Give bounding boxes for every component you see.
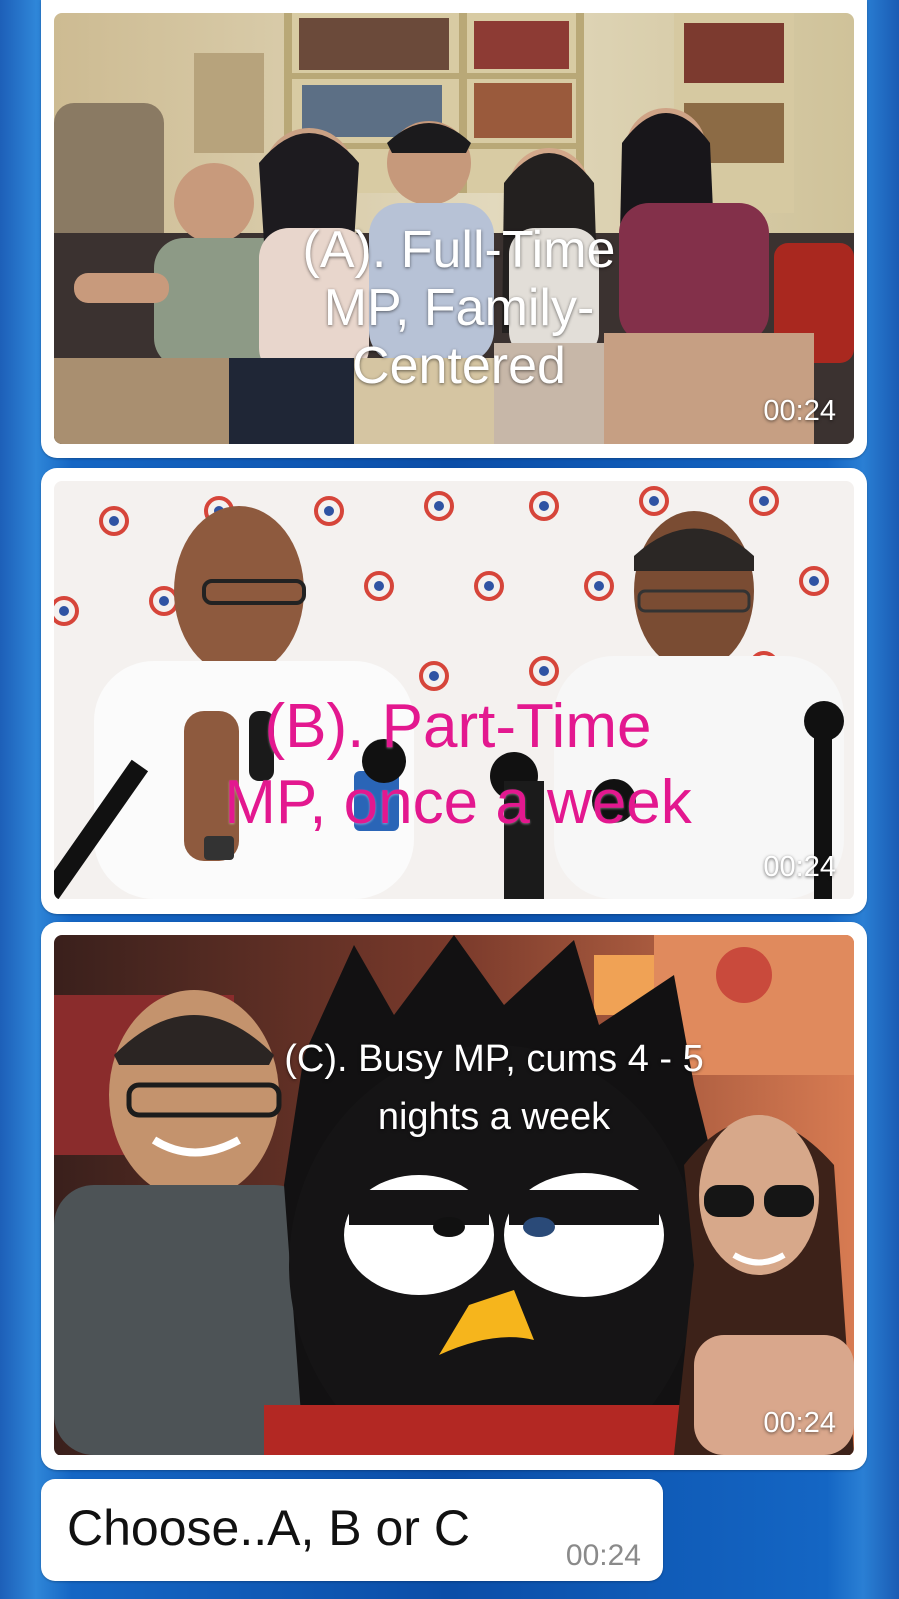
mascot-photo [54, 935, 854, 1455]
video-caption-a: (A). Full-Time MP, Family- Centered [302, 221, 616, 395]
video-thumbnail-b[interactable]: (B). Part-Time MP, once a week 00:24 [54, 481, 854, 900]
video-duration-b: 00:24 [763, 851, 836, 883]
video-duration-a: 00:24 [763, 395, 836, 427]
video-caption-b: (B). Part-Time MP, once a week [224, 692, 692, 837]
message-timestamp: 00:24 [565, 1539, 641, 1572]
video-thumbnail-a[interactable]: (A). Full-Time MP, Family- Centered 00:2… [54, 13, 854, 444]
message-text: Choose..A, B or C [67, 1500, 470, 1556]
video-message-a[interactable]: (A). Full-Time MP, Family- Centered 00:2… [41, 0, 867, 458]
video-message-b[interactable]: (B). Part-Time MP, once a week 00:24 [41, 468, 867, 914]
text-message-bubble[interactable]: Choose..A, B or C 00:24 [41, 1479, 663, 1581]
video-message-c[interactable]: (C). Busy MP, cums 4 - 5 nights a week 0… [41, 922, 867, 1470]
video-duration-c: 00:24 [763, 1407, 836, 1439]
video-caption-c: (C). Busy MP, cums 4 - 5 nights a week [284, 1038, 704, 1138]
video-thumbnail-c[interactable]: (C). Busy MP, cums 4 - 5 nights a week 0… [54, 935, 854, 1456]
